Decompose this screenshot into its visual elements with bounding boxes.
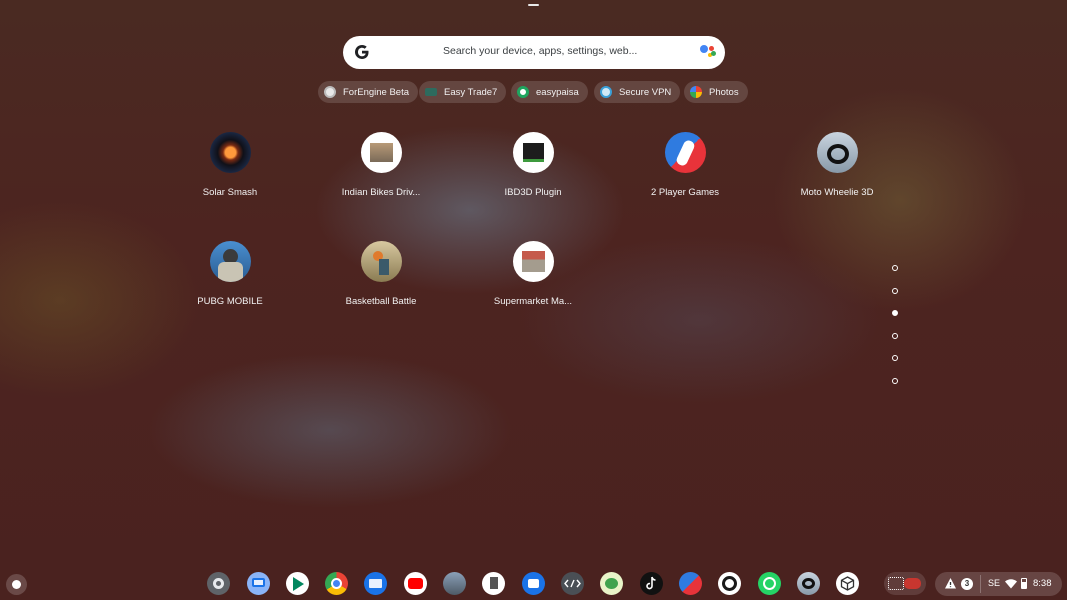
launcher-search-bar[interactable]: Search your device, apps, settings, web.…: [343, 36, 725, 69]
pubg-icon: [209, 241, 251, 282]
app-supermarket[interactable]: Supermarket Ma...: [478, 241, 588, 307]
page-dot[interactable]: [892, 377, 898, 384]
settings-icon[interactable]: [207, 572, 230, 595]
app-ibd3d-plugin[interactable]: IBD3D Plugin: [478, 132, 588, 198]
solar-smash-icon: [209, 132, 251, 173]
youtube-icon[interactable]: [404, 572, 427, 595]
tiktok-icon[interactable]: [640, 572, 663, 595]
play-store-icon[interactable]: [286, 572, 309, 595]
app-label: 2 Player Games: [650, 187, 720, 198]
tiktok-note-icon: [646, 576, 656, 590]
app-label: Supermarket Ma...: [493, 296, 573, 307]
basketball-battle-icon: [360, 241, 402, 282]
app-label: Basketball Battle: [345, 296, 417, 307]
chip-forengine-beta[interactable]: ForEngine Beta: [318, 81, 419, 103]
ibd3d-plugin-icon: [512, 132, 554, 173]
wifi-icon: [1005, 579, 1017, 589]
moto-shelf-icon[interactable]: [797, 572, 820, 595]
chip-photos[interactable]: Photos: [684, 81, 748, 103]
input-method-indicator: SE: [988, 578, 1001, 588]
photos-icon: [690, 86, 702, 98]
chip-easypaisa[interactable]: easypaisa: [511, 81, 588, 103]
app-moto-wheelie-3d[interactable]: Moto Wheelie 3D: [782, 132, 892, 198]
search-placeholder: Search your device, apps, settings, web.…: [443, 45, 638, 57]
warning-icon: [945, 578, 956, 589]
chip-label: Photos: [709, 86, 739, 98]
easy-trade-icon: [425, 88, 437, 96]
app-pubg-mobile[interactable]: PUBG MOBILE: [175, 241, 285, 307]
vpn-icon: [600, 86, 612, 98]
tray-divider: [980, 575, 981, 593]
terminal-icon[interactable]: [561, 572, 584, 595]
google-g-icon: [355, 45, 369, 59]
top-drag-handle[interactable]: [528, 4, 539, 6]
launcher-button[interactable]: [6, 574, 27, 595]
chip-secure-vpn[interactable]: Secure VPN: [594, 81, 681, 103]
page-dot[interactable]: [892, 265, 898, 271]
page-indicator: [892, 265, 900, 401]
moto-wheelie-icon: [816, 132, 858, 173]
chip-easy-trade7[interactable]: Easy Trade7: [419, 81, 507, 103]
app-indian-bikes[interactable]: Indian Bikes Driv...: [326, 132, 436, 198]
terminal-glyph-icon: [564, 579, 581, 588]
docs-icon[interactable]: [482, 572, 505, 595]
screen-capture-icon[interactable]: [884, 572, 926, 595]
easypaisa-icon: [517, 86, 529, 98]
app-2-player-games[interactable]: 2 Player Games: [630, 132, 740, 198]
files-icon[interactable]: [364, 572, 387, 595]
app-label: Solar Smash: [202, 187, 258, 198]
cube-glyph-icon: [840, 576, 855, 591]
app-label: IBD3D Plugin: [504, 187, 562, 198]
page-dot-active[interactable]: [892, 310, 898, 317]
two-player-games-icon: [664, 132, 706, 173]
android-game-icon[interactable]: [600, 572, 623, 595]
clock-time: 8:38: [1033, 578, 1052, 589]
google-assistant-icon[interactable]: [700, 45, 716, 59]
camera-icon[interactable]: [522, 572, 545, 595]
indian-bikes-icon: [360, 132, 402, 173]
notification-count-badge: 3: [961, 578, 973, 590]
battery-icon: [1021, 578, 1027, 589]
page-dot[interactable]: [892, 287, 898, 294]
app-basketball-battle[interactable]: Basketball Battle: [326, 241, 436, 307]
app-label: Indian Bikes Driv...: [341, 187, 421, 198]
pubg-shelf-icon[interactable]: [443, 572, 466, 595]
two-player-shelf-icon[interactable]: [679, 572, 702, 595]
app-label: Moto Wheelie 3D: [800, 187, 874, 198]
forengine-icon: [324, 86, 336, 98]
app-label: PUBG MOBILE: [197, 296, 263, 307]
supermarket-icon: [512, 241, 554, 282]
chip-label: Easy Trade7: [444, 86, 498, 98]
app-solar-smash[interactable]: Solar Smash: [175, 132, 285, 198]
chip-label: ForEngine Beta: [343, 86, 410, 98]
cube-app-icon[interactable]: [836, 572, 859, 595]
status-tray[interactable]: 3 SE 8:38: [935, 572, 1062, 596]
chrome-icon[interactable]: [325, 572, 348, 595]
chip-label: Secure VPN: [619, 86, 672, 98]
whatsapp-icon[interactable]: [758, 572, 781, 595]
page-dot[interactable]: [892, 332, 898, 339]
suggestion-chips: ForEngine Beta Easy Trade7 easypaisa Sec…: [0, 81, 1067, 103]
easypaisa-shelf-icon[interactable]: [718, 572, 741, 595]
chip-label: easypaisa: [536, 86, 579, 98]
page-dot[interactable]: [892, 355, 898, 362]
chromebook-tips-icon[interactable]: [247, 572, 270, 595]
